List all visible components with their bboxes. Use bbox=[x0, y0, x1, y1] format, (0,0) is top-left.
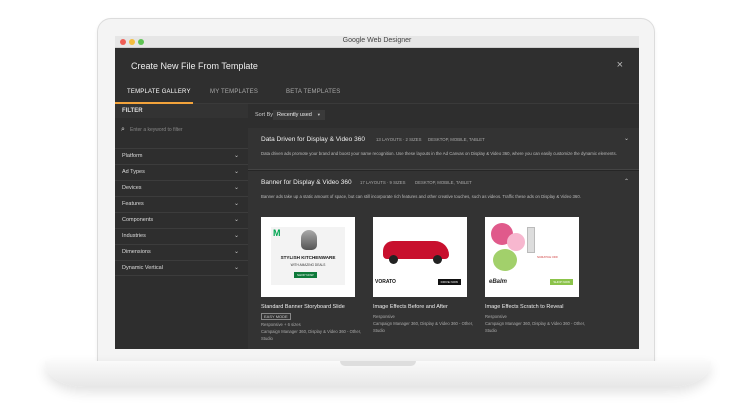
filter-item-features[interactable]: Features ⌄ bbox=[115, 196, 248, 212]
ad-scratch-text: SCRATCH OFF bbox=[537, 255, 559, 259]
sort-select[interactable]: Recently used ▼ bbox=[273, 110, 325, 120]
section-title: Banner for Display & Video 360 bbox=[261, 179, 352, 186]
stage: Google Web Designer Create New File From… bbox=[0, 0, 756, 409]
filter-list: Platform ⌄ Ad Types ⌄ Devices ⌄ Features ⌄ C… bbox=[115, 148, 248, 276]
product-image bbox=[527, 227, 535, 253]
template-panel: Sort By: Recently used ▼ Data Driven for … bbox=[248, 104, 639, 349]
card-details: Responsive Campaign Manager 360, Display … bbox=[373, 314, 474, 333]
template-thumbnail: VORATO DRIVE NOW bbox=[373, 217, 467, 297]
brand-logo: VORATO bbox=[375, 279, 396, 285]
close-icon[interactable]: × bbox=[617, 59, 623, 71]
section-description: Banner ads take up a static amount of sp… bbox=[261, 194, 581, 199]
filter-panel: FILTER ⌕ Enter a keyword to filter Platf… bbox=[115, 104, 248, 349]
card-title: Standard Banner Storyboard Slide bbox=[261, 304, 345, 310]
chevron-up-icon[interactable]: ⌃ bbox=[624, 178, 629, 185]
filter-item-dynamic-vertical[interactable]: Dynamic Vertical ⌄ bbox=[115, 260, 248, 276]
ad-cta: SHOP NOW bbox=[294, 272, 317, 278]
ad-subline: WITH AMAZING DEALS bbox=[290, 263, 326, 267]
filter-header: FILTER bbox=[115, 104, 248, 118]
search-icon: ⌕ bbox=[121, 126, 125, 133]
section-data-driven[interactable]: Data Driven for Display & Video 360 13 L… bbox=[248, 128, 639, 170]
card-details: Responsive + 6 sizes Campaign Manager 360… bbox=[261, 322, 362, 341]
chevron-down-icon: ⌄ bbox=[233, 153, 239, 159]
chevron-down-icon: ⌄ bbox=[233, 265, 239, 271]
tab-bar: TEMPLATE GALLERY MY TEMPLATES BETA TEMPL… bbox=[115, 82, 639, 104]
app-screen: Google Web Designer Create New File From… bbox=[115, 36, 639, 349]
filter-item-dimensions[interactable]: Dimensions ⌄ bbox=[115, 244, 248, 260]
search-input[interactable]: ⌕ Enter a keyword to filter bbox=[120, 124, 245, 136]
easy-mode-badge: EASY MODE bbox=[261, 313, 291, 320]
template-thumbnail: SCRATCH OFF eBalm SHOP NOW bbox=[485, 217, 579, 297]
chevron-down-icon: ⌄ bbox=[233, 169, 239, 175]
app-title: Google Web Designer bbox=[342, 37, 412, 44]
template-card-scratch[interactable]: SCRATCH OFF eBalm SHOP NOW Image Effects… bbox=[485, 217, 585, 333]
template-thumbnail: M STYLISH KITCHENWARE WITH AMAZING DEALS… bbox=[261, 217, 355, 297]
section-devices: DESKTOP, MOBILE, TABLET bbox=[415, 180, 472, 185]
ad-cta: SHOP NOW bbox=[550, 279, 573, 285]
brand-logo: M bbox=[273, 228, 281, 238]
chevron-down-icon: ⌄ bbox=[233, 185, 239, 191]
chevron-down-icon: ⌄ bbox=[233, 217, 239, 223]
ad-headline: STYLISH KITCHENWARE bbox=[280, 255, 336, 260]
brand-logo: eBalm bbox=[489, 279, 508, 285]
search-placeholder: Enter a keyword to filter bbox=[130, 127, 183, 133]
section-devices: DESKTOP, MOBILE, TABLET bbox=[428, 137, 485, 142]
section-layouts: 17 LAYOUTS · 9 SIZES bbox=[360, 180, 406, 185]
section-layouts: 13 LAYOUTS · 2 SIZES bbox=[376, 137, 422, 142]
ad-cta: DRIVE NOW bbox=[437, 279, 461, 285]
tab-my-templates[interactable]: MY TEMPLATES bbox=[210, 89, 258, 95]
chevron-down-icon: ⌄ bbox=[233, 201, 239, 207]
tab-beta-templates[interactable]: BETA TEMPLATES bbox=[286, 89, 340, 95]
card-title: Image Effects Scratch to Reveal bbox=[485, 304, 564, 310]
section-title: Data Driven for Display & Video 360 bbox=[261, 136, 365, 143]
template-card-before-after[interactable]: VORATO DRIVE NOW Image Effects Before an… bbox=[373, 217, 473, 333]
filter-item-platform[interactable]: Platform ⌄ bbox=[115, 148, 248, 164]
section-banner: Banner for Display & Video 360 17 LAYOUT… bbox=[248, 171, 639, 349]
filter-item-industries[interactable]: Industries ⌄ bbox=[115, 228, 248, 244]
window-titlebar: Google Web Designer bbox=[115, 36, 639, 48]
filter-item-ad-types[interactable]: Ad Types ⌄ bbox=[115, 164, 248, 180]
card-title: Image Effects Before and After bbox=[373, 304, 448, 310]
laptop-notch bbox=[340, 361, 416, 366]
filter-item-devices[interactable]: Devices ⌄ bbox=[115, 180, 248, 196]
template-card-storyboard[interactable]: M STYLISH KITCHENWARE WITH AMAZING DEALS… bbox=[261, 217, 361, 341]
dialog-header: Create New File From Template × bbox=[115, 48, 639, 82]
sort-bar: Sort By: Recently used ▼ bbox=[248, 104, 639, 128]
dialog-title: Create New File From Template bbox=[131, 61, 258, 71]
sort-label: Sort By: bbox=[255, 112, 275, 118]
tab-template-gallery[interactable]: TEMPLATE GALLERY bbox=[127, 89, 191, 95]
dropdown-arrow-icon: ▼ bbox=[316, 112, 321, 117]
section-description: Data driven ads promote your brand and b… bbox=[261, 151, 617, 156]
chevron-down-icon: ⌄ bbox=[233, 249, 239, 255]
kettle-image bbox=[301, 230, 317, 250]
chevron-down-icon: ⌄ bbox=[233, 233, 239, 239]
chevron-down-icon[interactable]: ⌄ bbox=[624, 135, 629, 142]
card-details: Responsive Campaign Manager 360, Display … bbox=[485, 314, 586, 333]
filter-item-components[interactable]: Components ⌄ bbox=[115, 212, 248, 228]
